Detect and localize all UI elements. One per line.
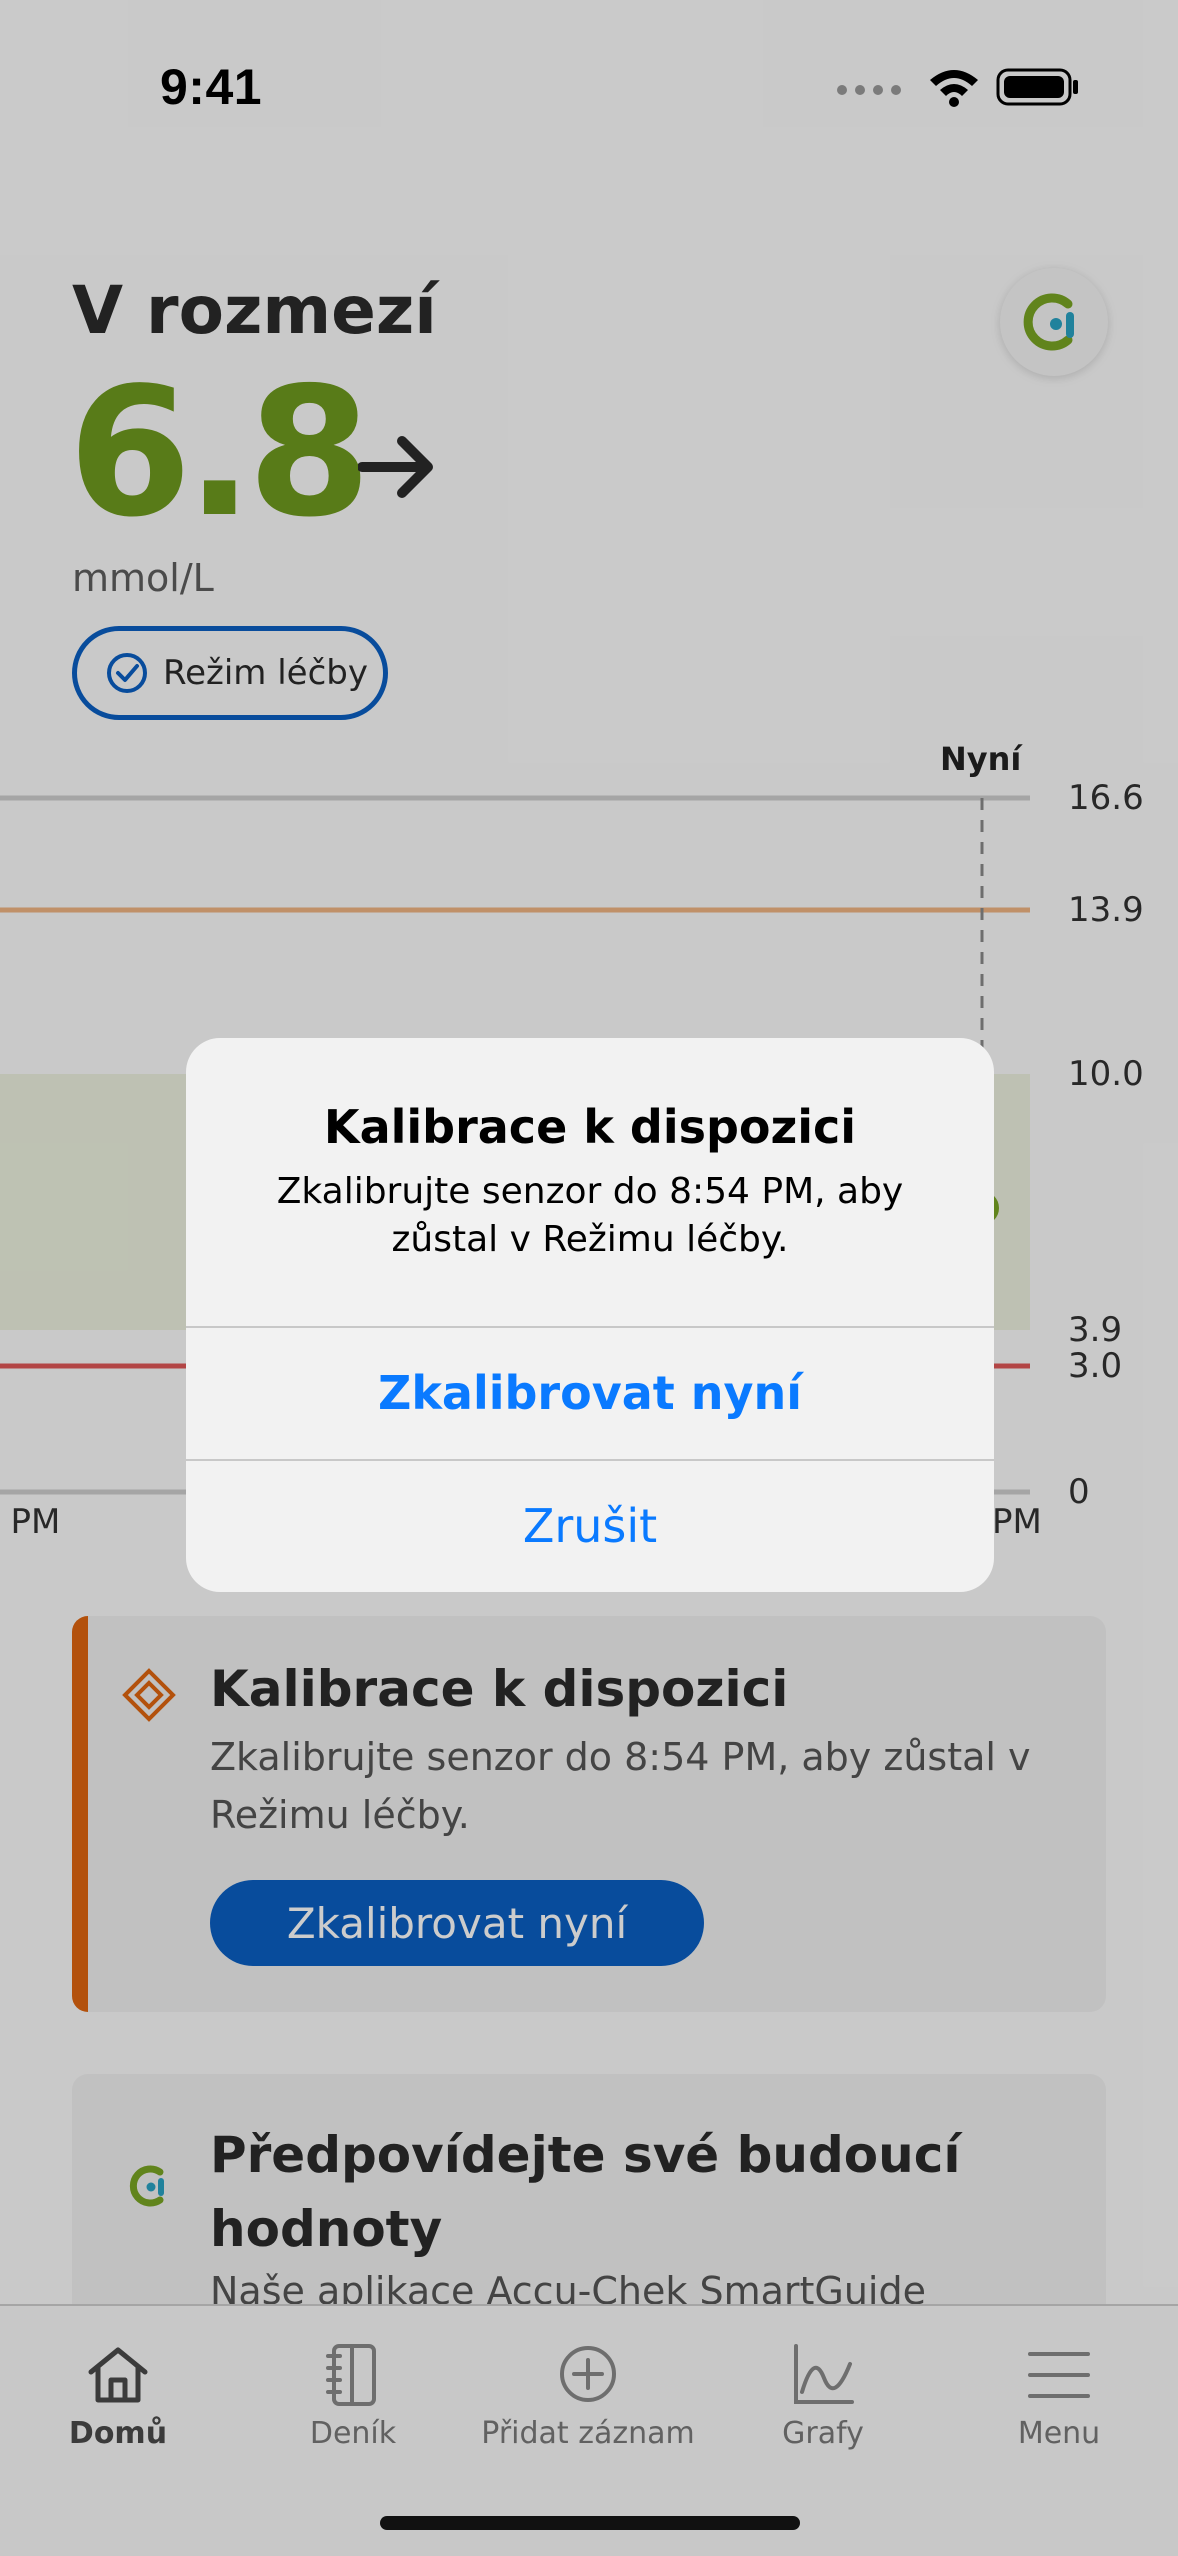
home-indicator xyxy=(380,2516,800,2530)
alert-title: Kalibrace k dispozici xyxy=(323,1100,857,1154)
home-screen: 9:41 V rozmezí 6.8 mmol/L Režim léčby Ny… xyxy=(0,0,1178,2556)
alert-cancel-button[interactable]: Zrušit xyxy=(186,1461,994,1591)
alert-calibrate-now-button[interactable]: Zkalibrovat nyní xyxy=(186,1328,994,1458)
alert-message: Zkalibrujte senzor do 8:54 PM, aby zůsta… xyxy=(276,1171,904,1260)
calibration-alert: Kalibrace k dispozici Zkalibrujte senzor… xyxy=(186,1038,994,1592)
